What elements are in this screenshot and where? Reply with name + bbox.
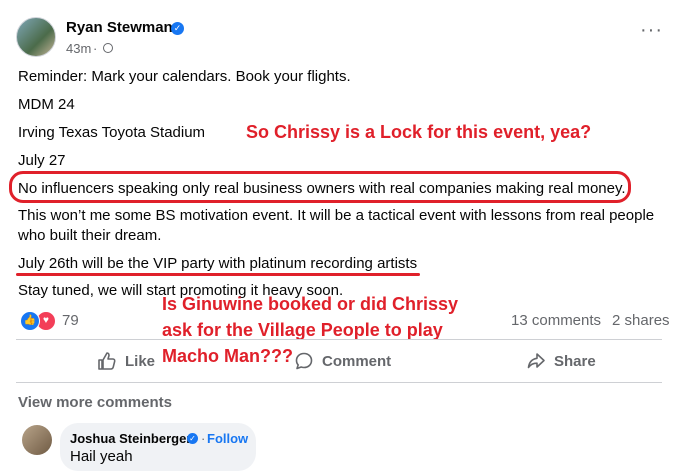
verified-badge-icon: ✓: [171, 22, 184, 35]
commenter-avatar[interactable]: [22, 425, 52, 455]
annotation-note-1: So Chrissy is a Lock for this event, yea…: [246, 122, 592, 142]
author-avatar[interactable]: [16, 17, 56, 57]
follow-separator: ·: [201, 431, 206, 446]
meta-separator: ·: [93, 41, 98, 56]
post-line-8: July 26th will be the VIP party with pla…: [18, 255, 418, 272]
follow-link[interactable]: Follow: [207, 431, 248, 446]
divider-top: [16, 339, 662, 340]
annotation-note-2-line-1: Is Ginuwine booked or did Chrissy: [162, 294, 459, 314]
view-more-comments-link[interactable]: View more comments: [18, 394, 172, 411]
comment-text: Hail yeah: [70, 448, 133, 465]
comments-count[interactable]: 13 comments: [511, 312, 601, 329]
more-options-icon[interactable]: ···: [640, 20, 663, 40]
post-line-7: who built their dream.: [18, 227, 162, 244]
comment-button[interactable]: Comment: [294, 350, 391, 372]
highlight-oval: [9, 171, 631, 203]
reaction-count[interactable]: 79: [62, 312, 79, 329]
commenter-verified-icon: ✓: [187, 433, 198, 444]
commenter-name[interactable]: Joshua Steinberger: [70, 431, 191, 446]
share-arrow-icon: [527, 353, 545, 369]
globe-icon: [103, 43, 113, 53]
like-reaction-icon[interactable]: 👍: [20, 311, 40, 331]
post-line-1: Reminder: Mark your calendars. Book your…: [18, 68, 351, 85]
share-button[interactable]: Share: [526, 350, 596, 372]
post-line-4: July 27: [18, 152, 66, 169]
post-time[interactable]: 43m: [66, 41, 91, 56]
annotation-note-2-line-2: ask for the Village People to play: [162, 320, 443, 340]
like-label: Like: [125, 352, 156, 370]
thumbs-up-icon: [98, 352, 116, 370]
comment-label: Comment: [322, 352, 392, 370]
post-line-6: This won’t me some BS motivation event. …: [18, 207, 655, 224]
author-name[interactable]: Ryan Stewman: [66, 19, 173, 36]
annotation-note-2-line-3: Macho Man???: [162, 346, 293, 366]
like-button[interactable]: Like: [97, 350, 155, 372]
share-label: Share: [554, 352, 596, 370]
post-line-2: MDM 24: [18, 96, 75, 113]
comment-bubble-icon: [295, 352, 313, 370]
post-line-3: Irving Texas Toyota Stadium: [18, 124, 206, 141]
highlight-underline: [16, 273, 420, 276]
divider-bottom: [16, 382, 662, 383]
shares-count[interactable]: 2 shares: [612, 312, 670, 329]
